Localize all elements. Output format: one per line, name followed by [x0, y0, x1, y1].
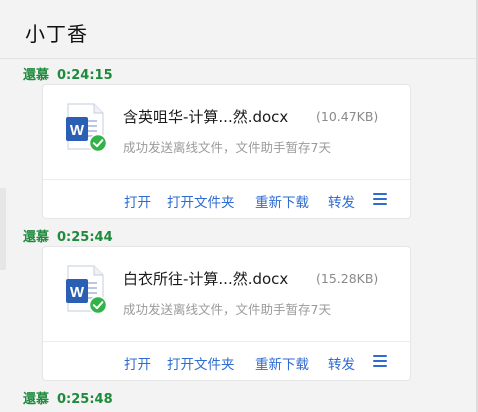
green-check-icon	[88, 133, 108, 153]
message-sender-line: 還慕 0:25:48	[23, 388, 113, 407]
more-menu-icon[interactable]	[373, 355, 387, 367]
redownload-button[interactable]: 重新下载	[255, 191, 309, 211]
open-folder-button[interactable]: 打开文件夹	[167, 353, 235, 373]
sender-name: 還慕	[23, 392, 50, 407]
sender-name: 還慕	[23, 230, 50, 245]
chat-title: 小丁香	[25, 22, 88, 46]
left-panel-edge	[0, 188, 6, 270]
svg-text:W: W	[70, 284, 85, 301]
file-actions: 打开 打开文件夹 重新下载 转发	[43, 341, 410, 381]
file-actions: 打开 打开文件夹 重新下载 转发	[43, 179, 410, 219]
message-sender-line: 還慕 0:25:44	[23, 226, 113, 245]
chat-header: 小丁香	[0, 0, 478, 59]
file-name[interactable]: 含英咀华-计算...然.docx	[123, 106, 288, 127]
file-message-card[interactable]: W 含英咀华-计算...然.docx (10.47KB) 成功发送离线文件，文件…	[42, 84, 411, 219]
forward-button[interactable]: 转发	[328, 191, 355, 211]
green-check-icon	[88, 295, 108, 315]
file-status: 成功发送离线文件，文件助手暂存7天	[123, 140, 331, 155]
file-message-card[interactable]: W 白衣所往-计算...然.docx (15.28KB) 成功发送离线文件，文件…	[42, 246, 411, 381]
file-size: (10.47KB)	[316, 109, 379, 124]
message-time: 0:25:48	[57, 392, 113, 407]
file-name[interactable]: 白衣所往-计算...然.docx	[123, 268, 288, 289]
message-time: 0:25:44	[57, 230, 113, 245]
sender-name: 還慕	[23, 68, 50, 83]
open-folder-button[interactable]: 打开文件夹	[167, 191, 235, 211]
open-button[interactable]: 打开	[124, 353, 151, 373]
redownload-button[interactable]: 重新下载	[255, 353, 309, 373]
svg-text:W: W	[70, 122, 85, 139]
forward-button[interactable]: 转发	[328, 353, 355, 373]
more-menu-icon[interactable]	[373, 193, 387, 205]
file-status: 成功发送离线文件，文件助手暂存7天	[123, 302, 331, 317]
word-doc-icon[interactable]: W	[65, 103, 108, 153]
message-time: 0:24:15	[57, 68, 113, 83]
message-sender-line: 還慕 0:24:15	[23, 64, 113, 83]
word-doc-icon[interactable]: W	[65, 265, 108, 315]
file-size: (15.28KB)	[316, 271, 379, 286]
open-button[interactable]: 打开	[124, 191, 151, 211]
